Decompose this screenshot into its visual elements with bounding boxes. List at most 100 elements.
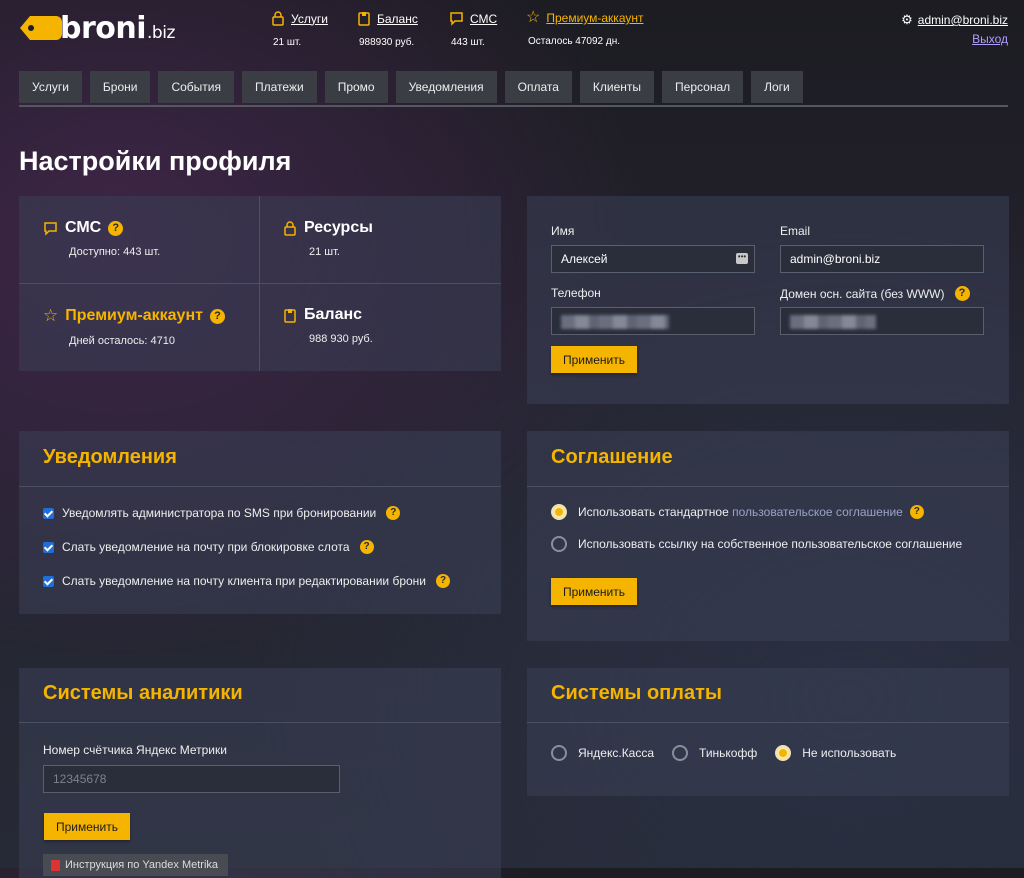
analytics-panel: Системы аналитики Номер счётчика Яндекс … xyxy=(19,668,501,878)
analytics-title: Системы аналитики xyxy=(43,682,243,704)
checkbox[interactable] xyxy=(43,507,54,519)
summary-resources-value: 21 шт. xyxy=(309,246,340,258)
tab-clients[interactable]: Клиенты xyxy=(579,71,655,103)
agreement-link[interactable]: пользовательское соглашение xyxy=(732,505,903,519)
email-input[interactable]: admin@broni.biz xyxy=(780,245,984,273)
metrika-counter-input[interactable]: 12345678 xyxy=(43,765,340,793)
user-email-link[interactable]: admin@broni.biz xyxy=(918,13,1008,27)
account-summary-panel: СМС ? Доступно: 443 шт. Ресурсы 21 шт. ☆… xyxy=(19,196,501,371)
notify-slot-block-option[interactable]: Слать уведомление на почту при блокировк… xyxy=(43,540,374,554)
domain-input[interactable] xyxy=(780,307,984,335)
profile-apply-button[interactable]: Применить xyxy=(551,346,638,373)
stat-sms[interactable]: СМС 443 шт. xyxy=(449,11,497,48)
checkbox[interactable] xyxy=(43,541,54,553)
lock-icon xyxy=(284,220,296,236)
pdf-icon xyxy=(51,859,60,871)
summary-resources-title: Ресурсы xyxy=(304,219,373,236)
notify-client-edit-option[interactable]: Слать уведомление на почту клиента при р… xyxy=(43,574,451,588)
analytics-apply-button[interactable]: Применить xyxy=(44,813,131,840)
phone-label: Телефон xyxy=(551,286,601,300)
chat-icon xyxy=(450,12,463,26)
summary-resources: Ресурсы 21 шт. xyxy=(283,219,373,258)
tab-payments[interactable]: Платежи xyxy=(242,71,317,103)
agreement-title: Соглашение xyxy=(551,446,673,468)
tab-billing[interactable]: Оплата xyxy=(504,71,572,103)
help-icon[interactable]: ? xyxy=(436,574,451,588)
payment-systems-panel: Системы оплаты Яндекс.Касса Тинькофф Не … xyxy=(527,668,1009,796)
brand-logo[interactable]: broni.biz xyxy=(18,10,175,46)
metrika-instructions-button[interactable]: Инструкция по Yandex Metrika xyxy=(43,854,229,876)
star-icon: ☆ xyxy=(526,9,541,26)
radio-selected[interactable] xyxy=(551,504,567,520)
payment-tinkoff-option[interactable]: Тинькофф xyxy=(672,745,757,761)
tag-logo-icon xyxy=(20,16,62,40)
tab-staff[interactable]: Персонал xyxy=(662,71,744,103)
lock-icon xyxy=(272,11,284,26)
agreement-apply-button[interactable]: Применить xyxy=(551,578,638,605)
summary-sms-value: Доступно: 443 шт. xyxy=(69,246,161,258)
tab-promo[interactable]: Промо xyxy=(324,71,388,103)
redacted-value xyxy=(790,314,876,329)
star-icon: ☆ xyxy=(43,306,59,325)
email-label: Email xyxy=(780,224,811,238)
payments-title: Системы оплаты xyxy=(551,682,722,704)
wallet-icon xyxy=(284,308,296,323)
summary-premium-title: Премиум-аккаунт xyxy=(65,307,203,324)
metrika-counter-label: Номер счётчика Яндекс Метрики xyxy=(43,743,227,757)
stat-services-link[interactable]: Услуги xyxy=(291,12,328,26)
radio[interactable] xyxy=(551,745,567,761)
brand-name: broni.biz xyxy=(60,10,175,46)
notifications-panel: Уведомления Уведомлять администратора по… xyxy=(19,431,501,614)
name-input[interactable]: Алексей ••• xyxy=(551,245,755,273)
stat-balance[interactable]: Баланс 988930 руб. xyxy=(357,11,418,48)
payment-none-option[interactable]: Не использовать xyxy=(775,745,896,761)
main-nav-tabs: Услуги Брони События Платежи Промо Уведо… xyxy=(19,71,1008,107)
radio[interactable] xyxy=(672,745,689,761)
summary-balance-title: Баланс xyxy=(304,306,363,323)
gear-icon[interactable]: ⚙ xyxy=(901,12,913,28)
tab-bookings[interactable]: Брони xyxy=(89,71,151,103)
wallet-icon xyxy=(358,12,370,26)
help-icon[interactable]: ? xyxy=(359,540,374,554)
help-icon[interactable]: ? xyxy=(108,220,124,236)
domain-label: Домен осн. сайта (без WWW) ? xyxy=(780,286,970,301)
profile-form-panel: Имя Алексей ••• Email admin@broni.biz Те… xyxy=(527,196,1009,404)
summary-sms: СМС ? Доступно: 443 шт. xyxy=(43,219,160,258)
agreement-custom-option[interactable]: Использовать ссылку на собственное польз… xyxy=(551,536,962,552)
name-label: Имя xyxy=(551,224,575,238)
tab-services[interactable]: Услуги xyxy=(19,71,82,103)
help-icon[interactable]: ? xyxy=(954,286,970,301)
payment-yandex-kassa-option[interactable]: Яндекс.Касса xyxy=(551,745,654,761)
stat-sms-link[interactable]: СМС xyxy=(470,12,497,26)
stat-balance-link[interactable]: Баланс xyxy=(377,12,418,26)
notify-admin-sms-option[interactable]: Уведомлять администратора по SMS при бро… xyxy=(43,506,401,520)
stat-premium[interactable]: ☆ Премиум-аккаунт Осталось 47092 дн. xyxy=(526,9,643,48)
help-icon[interactable]: ? xyxy=(909,505,924,519)
help-icon[interactable]: ? xyxy=(209,308,225,324)
stat-sms-value: 443 шт. xyxy=(451,37,485,48)
summary-balance-value: 988 930 руб. xyxy=(309,333,373,345)
redacted-value xyxy=(561,314,669,329)
stat-premium-link[interactable]: Премиум-аккаунт xyxy=(546,11,643,25)
agreement-panel: Соглашение Использовать стандартное поль… xyxy=(527,431,1009,641)
summary-balance: Баланс 988 930 руб. xyxy=(283,306,373,345)
logout-link[interactable]: Выход xyxy=(901,32,1008,46)
radio[interactable] xyxy=(551,536,567,552)
page-title: Настройки профиля xyxy=(19,146,292,176)
notifications-title: Уведомления xyxy=(43,446,177,468)
phone-input[interactable] xyxy=(551,307,755,335)
agreement-standard-option[interactable]: Использовать стандартное пользовательско… xyxy=(551,504,924,520)
summary-premium: ☆ Премиум-аккаунт ? Дней осталось: 4710 xyxy=(43,306,225,347)
summary-sms-title: СМС xyxy=(65,219,102,236)
user-menu: ⚙ admin@broni.biz Выход xyxy=(901,12,1008,46)
tab-events[interactable]: События xyxy=(158,71,235,103)
tab-notifications[interactable]: Уведомления xyxy=(395,71,497,103)
tab-logs[interactable]: Логи xyxy=(751,71,803,103)
summary-premium-value: Дней осталось: 4710 xyxy=(69,335,175,347)
radio-selected[interactable] xyxy=(775,745,792,761)
chat-icon xyxy=(44,221,57,236)
autofill-icon[interactable]: ••• xyxy=(736,253,748,264)
help-icon[interactable]: ? xyxy=(386,506,401,520)
stat-services[interactable]: Услуги 21 шт. xyxy=(271,11,328,48)
checkbox[interactable] xyxy=(43,575,54,587)
